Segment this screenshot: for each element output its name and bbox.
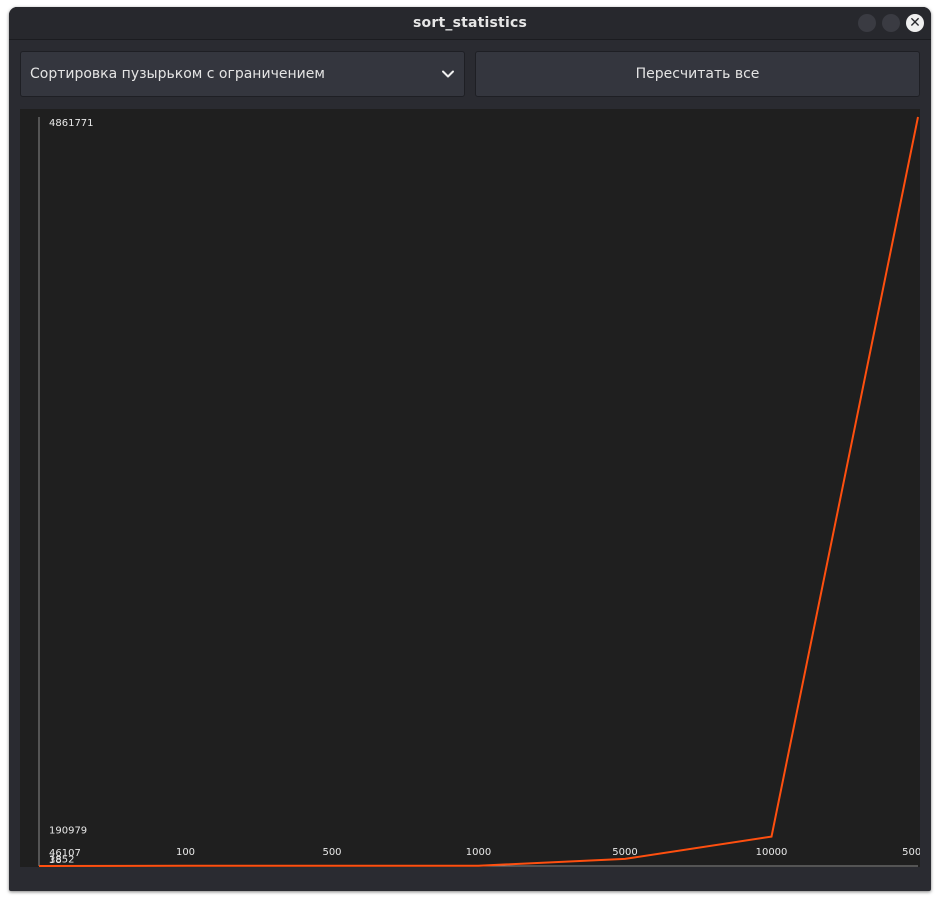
chart-area: 1005001000500010000500004861771190979461… xyxy=(20,109,920,867)
recalculate-all-button[interactable]: Пересчитать все xyxy=(475,51,920,97)
series-line xyxy=(38,116,919,867)
x-tick-label: 500 xyxy=(322,847,341,858)
chart-svg: 1005001000500010000500004861771190979461… xyxy=(38,116,920,867)
title-bar[interactable]: sort_statistics ✕ xyxy=(9,7,931,40)
x-tick-label: 1000 xyxy=(466,847,491,858)
y-tick-label: 190979 xyxy=(49,826,87,837)
y-tick-label: 4861771 xyxy=(49,118,94,129)
close-icon[interactable]: ✕ xyxy=(906,14,924,32)
algorithm-select-value: Сортировка пузырьком с ограничением xyxy=(30,66,325,82)
x-tick-label: 100 xyxy=(176,847,195,858)
app-window: sort_statistics ✕ Сортировка пузырьком с… xyxy=(9,7,931,891)
x-tick-label: 10000 xyxy=(756,847,788,858)
y-tick-label: 38 xyxy=(49,855,62,866)
window-title: sort_statistics xyxy=(413,15,527,31)
minimize-icon[interactable] xyxy=(858,14,876,32)
x-tick-label: 50000 xyxy=(902,847,920,858)
x-tick-label: 5000 xyxy=(612,847,637,858)
chevron-down-icon xyxy=(442,70,454,78)
maximize-icon[interactable] xyxy=(882,14,900,32)
algorithm-select[interactable]: Сортировка пузырьком с ограничением xyxy=(20,51,465,97)
